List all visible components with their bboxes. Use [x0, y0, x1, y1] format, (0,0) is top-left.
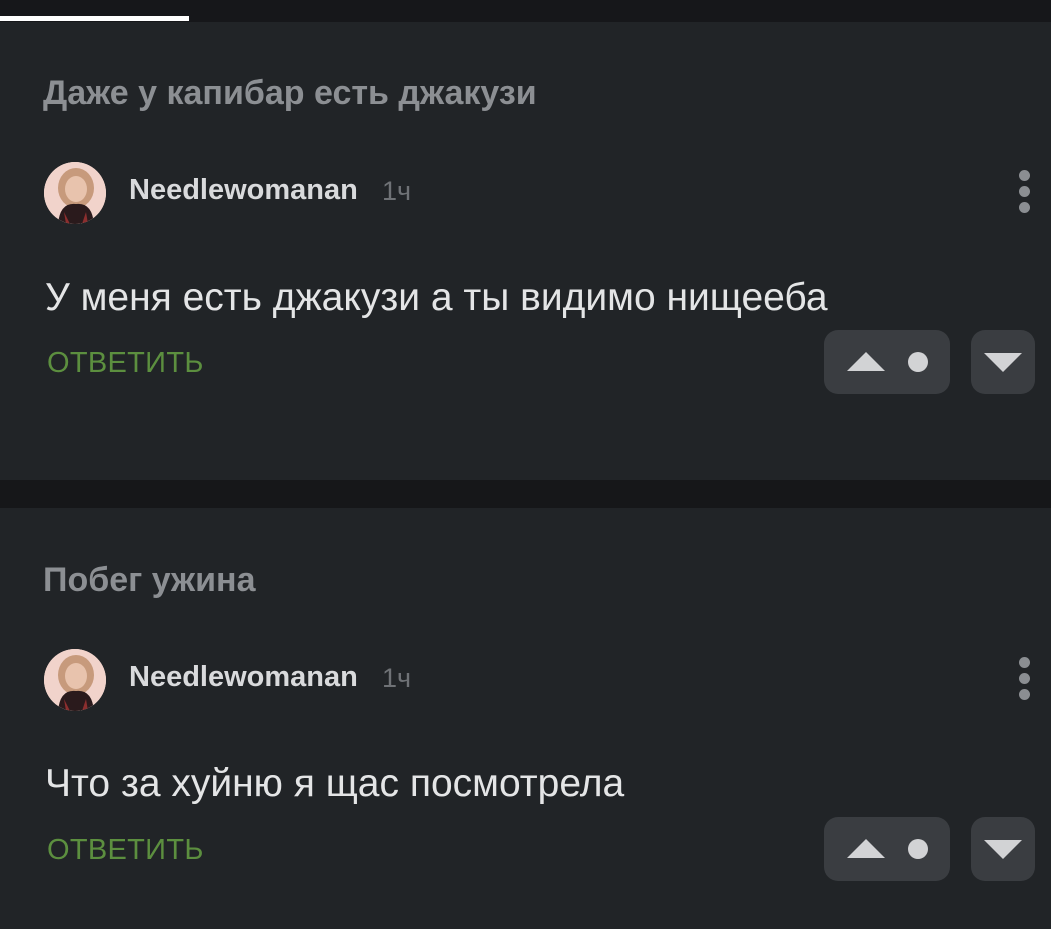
comment-time: 1ч	[382, 663, 412, 693]
reply-button[interactable]: ОТВЕТИТЬ	[47, 347, 204, 380]
active-tab-indicator	[0, 16, 189, 21]
card-separator	[0, 480, 1051, 508]
downvote-button[interactable]	[971, 330, 1035, 394]
comment-card: Побег ужина Needlewomanan 1ч Что за хуйн…	[0, 508, 1051, 929]
avatar-image	[44, 162, 106, 224]
downvote-button[interactable]	[971, 817, 1035, 881]
tab-bar	[0, 0, 1051, 22]
more-vertical-icon[interactable]	[1010, 170, 1040, 214]
upvote-icon	[847, 352, 885, 371]
downvote-icon	[984, 840, 1022, 859]
vote-dot-icon	[908, 352, 928, 372]
avatar-image	[44, 649, 106, 711]
downvote-icon	[984, 353, 1022, 372]
upvote-icon	[847, 839, 885, 858]
comment-author[interactable]: Needlewomanan	[129, 661, 358, 694]
vote-dot-icon	[908, 839, 928, 859]
comment-time: 1ч	[382, 176, 412, 206]
more-vertical-icon[interactable]	[1010, 657, 1040, 701]
comment-card: Даже у капибар есть джакузи Needlewomana…	[0, 22, 1051, 480]
avatar[interactable]	[44, 162, 106, 224]
reply-button[interactable]: ОТВЕТИТЬ	[47, 834, 204, 867]
comment-author[interactable]: Needlewomanan	[129, 174, 358, 207]
upvote-button[interactable]	[824, 817, 950, 881]
post-title-link[interactable]: Побег ужина	[43, 561, 256, 600]
comment-text: Что за хуйню я щас посмотрела	[45, 762, 625, 805]
avatar[interactable]	[44, 649, 106, 711]
upvote-button[interactable]	[824, 330, 950, 394]
post-title-link[interactable]: Даже у капибар есть джакузи	[43, 74, 537, 113]
comment-text: У меня есть джакузи а ты видимо нищееба	[45, 276, 828, 319]
